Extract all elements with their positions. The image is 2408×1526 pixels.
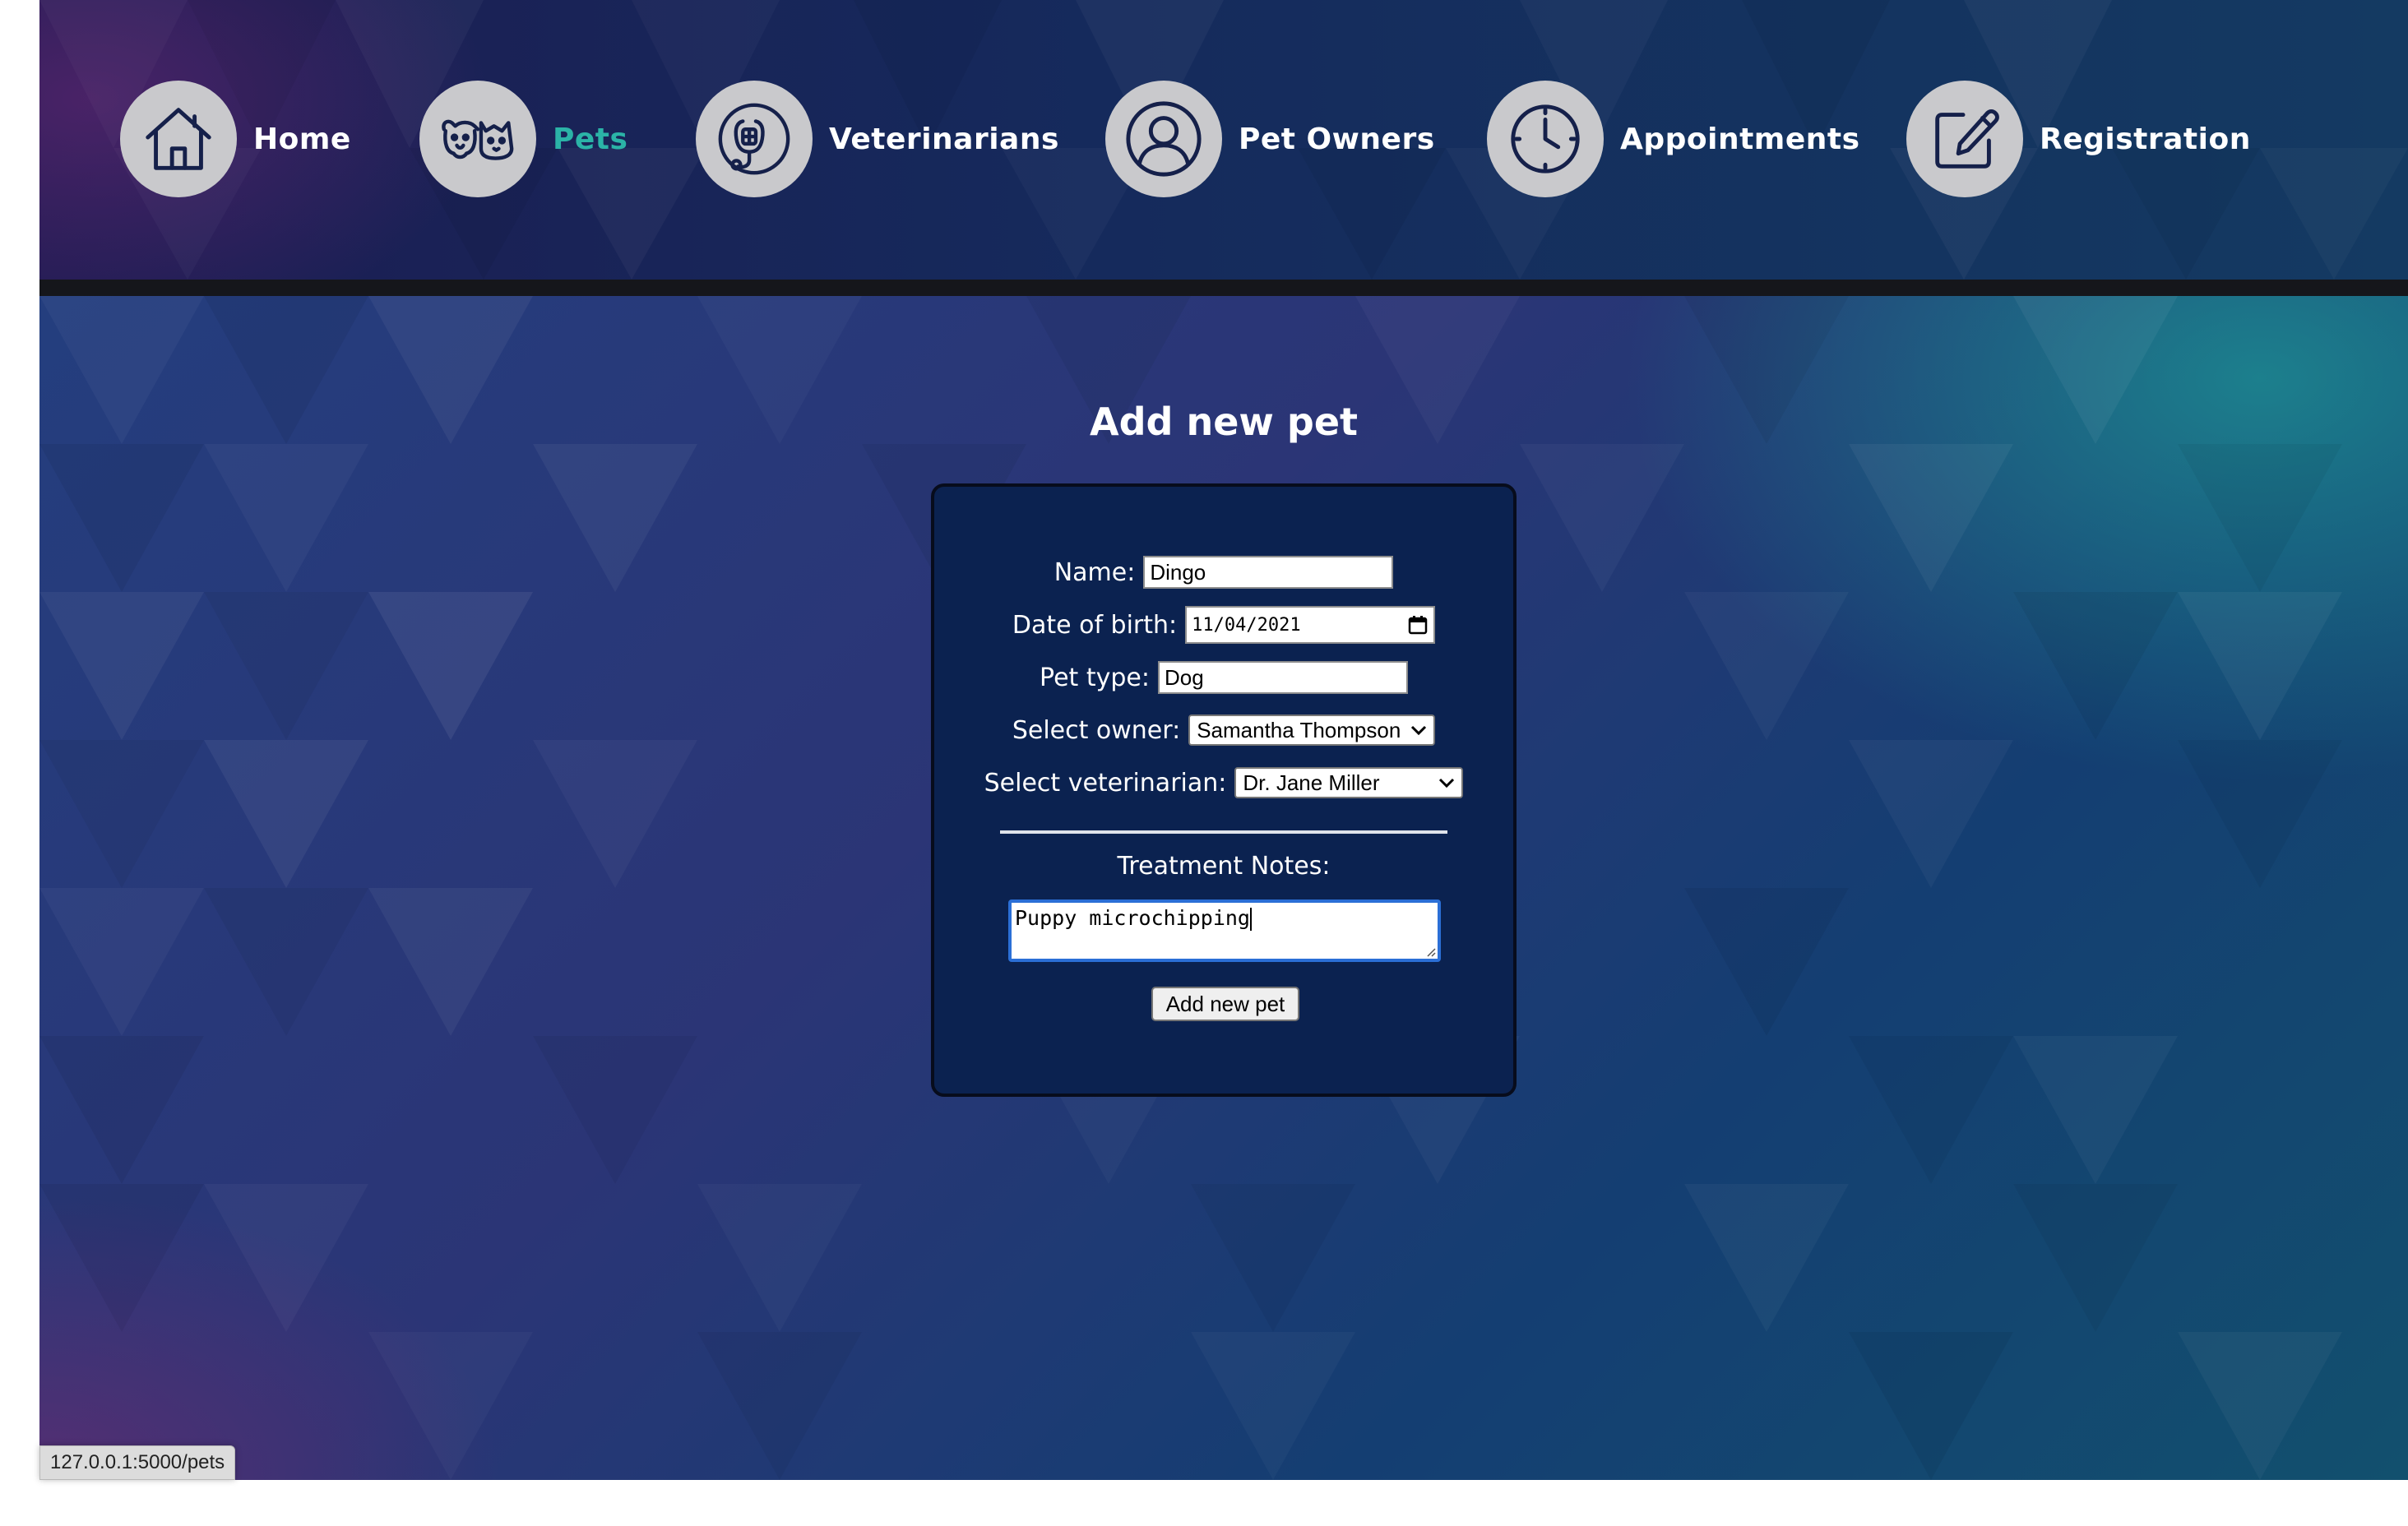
nav-label-veterinarians: Veterinarians bbox=[829, 122, 1059, 156]
app-viewport: Home Pets Veterinarians Pet Owners Appoi… bbox=[39, 0, 2408, 1480]
dob-label: Date of birth: bbox=[1012, 610, 1178, 640]
nav-label-appointments: Appointments bbox=[1620, 122, 1860, 156]
vet-label: Select veterinarian: bbox=[984, 768, 1227, 798]
nav-item-veterinarians[interactable]: Veterinarians bbox=[696, 81, 1059, 197]
text-caret bbox=[1249, 908, 1252, 931]
nav-icon-circle bbox=[696, 81, 813, 197]
nav-label-registration: Registration bbox=[2040, 122, 2251, 156]
home-icon bbox=[146, 108, 211, 170]
chevron-down-icon bbox=[1439, 778, 1455, 788]
treatment-notes-textarea[interactable]: Puppy microchipping bbox=[1008, 899, 1441, 962]
vet-select-value: Dr. Jane Miller bbox=[1243, 770, 1380, 795]
form-row-vet: Select veterinarian: Dr. Jane Miller bbox=[934, 765, 1513, 801]
nav-label-home: Home bbox=[253, 122, 351, 156]
name-label: Name: bbox=[1054, 557, 1136, 587]
nav-icon-circle bbox=[419, 81, 536, 197]
chevron-down-icon bbox=[1411, 725, 1427, 736]
add-pet-form: Name: Dingo Date of birth: 11/04/2021 Pe… bbox=[931, 483, 1517, 1097]
header-divider-bar bbox=[39, 280, 2408, 296]
nav-item-pets[interactable]: Pets bbox=[419, 81, 627, 197]
nav-item-pet-owners[interactable]: Pet Owners bbox=[1105, 81, 1435, 197]
owner-label: Select owner: bbox=[1012, 715, 1181, 745]
stethoscope-icon bbox=[718, 103, 790, 175]
owner-select-value: Samantha Thompson bbox=[1197, 717, 1401, 742]
clock-icon bbox=[1511, 104, 1580, 173]
nav-label-pets: Pets bbox=[553, 122, 628, 156]
nav-icon-circle bbox=[1487, 81, 1604, 197]
resize-handle-icon[interactable] bbox=[1424, 946, 1436, 957]
header: Home Pets Veterinarians Pet Owners Appoi… bbox=[39, 0, 2408, 280]
dob-value: 11/04/2021 bbox=[1192, 614, 1301, 636]
page-title: Add new pet bbox=[1089, 400, 1359, 444]
form-row-owner: Select owner: Samantha Thompson bbox=[934, 712, 1513, 748]
nav-item-home[interactable]: Home bbox=[120, 81, 351, 197]
form-row-dob: Date of birth: 11/04/2021 bbox=[934, 606, 1513, 644]
edit-icon bbox=[1935, 109, 1999, 169]
pet-type-input[interactable]: Dog bbox=[1157, 661, 1408, 694]
pet-type-label: Pet type: bbox=[1040, 663, 1150, 692]
dob-input[interactable]: 11/04/2021 bbox=[1185, 606, 1436, 644]
treatment-notes-label: Treatment Notes: bbox=[1117, 852, 1331, 881]
status-bar-url: 127.0.0.1:5000/pets bbox=[39, 1445, 236, 1480]
nav-item-appointments[interactable]: Appointments bbox=[1487, 81, 1860, 197]
form-row-name: Name: Dingo bbox=[934, 554, 1513, 590]
calendar-icon[interactable] bbox=[1407, 614, 1429, 636]
nav-item-registration[interactable]: Registration bbox=[1906, 81, 2251, 197]
nav-label-pet-owners: Pet Owners bbox=[1239, 122, 1435, 156]
nav-icon-circle bbox=[1906, 81, 2023, 197]
pet-face-icon bbox=[442, 119, 514, 160]
owner-select[interactable]: Samantha Thompson bbox=[1188, 714, 1436, 746]
vet-select[interactable]: Dr. Jane Miller bbox=[1234, 767, 1464, 798]
nav-icon-circle bbox=[120, 81, 237, 197]
form-row-pet-type: Pet type: Dog bbox=[934, 659, 1513, 696]
name-input[interactable]: Dingo bbox=[1143, 556, 1394, 589]
person-icon bbox=[1126, 101, 1202, 177]
nav-icon-circle bbox=[1105, 81, 1222, 197]
treatment-notes-value: Puppy microchipping bbox=[1015, 906, 1250, 930]
form-divider bbox=[1000, 830, 1447, 834]
add-new-pet-button[interactable]: Add new pet bbox=[1151, 987, 1299, 1021]
